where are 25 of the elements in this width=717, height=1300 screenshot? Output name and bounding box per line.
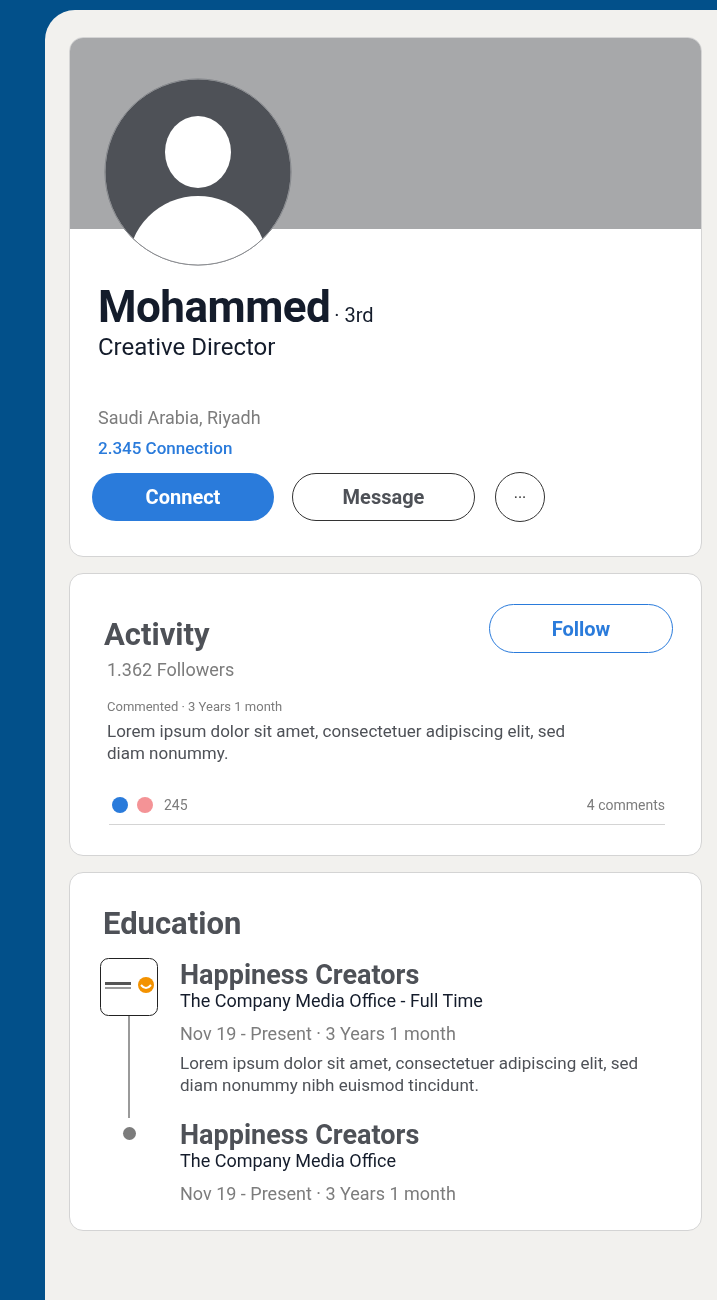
connection-degree: · 3rd <box>334 303 374 327</box>
profile-name: Mohammed <box>98 281 331 333</box>
comments-count: 4 comments <box>586 797 665 813</box>
post-text: Lorem ipsum dolor sit amet, consectetuer adipiscing elit, sed diam nonummy. <box>107 720 567 764</box>
entry-dates: Nov 19 - Present · 3 Years 1 month <box>180 1023 457 1044</box>
followers-count: 1.362 Followers <box>107 659 235 680</box>
activity-meta: Commented · 3 Years 1 month <box>107 699 284 714</box>
connect-button[interactable]: Connect <box>92 473 274 521</box>
entry-description: Lorem ipsum dolor sit amet, consectetuer adipiscing elit, sed diam nonummy nibh euismod tincidunt. <box>180 1052 640 1096</box>
timeline-dot <box>122 1127 136 1140</box>
school-name: Happiness Creators <box>180 1120 421 1150</box>
entry-dates: Nov 19 - Present · 3 Years 1 month <box>180 1183 456 1204</box>
entry-subtitle: The Company Media Office - Full Time <box>180 990 484 1011</box>
profile-location: Saudi Arabia, Riyadh <box>98 407 262 428</box>
reaction-count: 245 <box>164 797 188 813</box>
more-button[interactable]: ··· <box>495 472 545 522</box>
school-name: Happiness Creators <box>180 960 421 990</box>
connections-link[interactable]: 2.345 Connection <box>98 438 233 458</box>
entry-subtitle: The Company Media Office <box>180 1150 397 1171</box>
follow-button[interactable]: Follow <box>489 604 673 653</box>
avatar-silhouette-icon <box>104 78 292 266</box>
profile-headline: Creative Director <box>98 333 277 361</box>
section-heading: Activity <box>104 616 211 653</box>
message-button[interactable]: Message <box>292 473 475 521</box>
section-heading: Education <box>103 905 243 942</box>
